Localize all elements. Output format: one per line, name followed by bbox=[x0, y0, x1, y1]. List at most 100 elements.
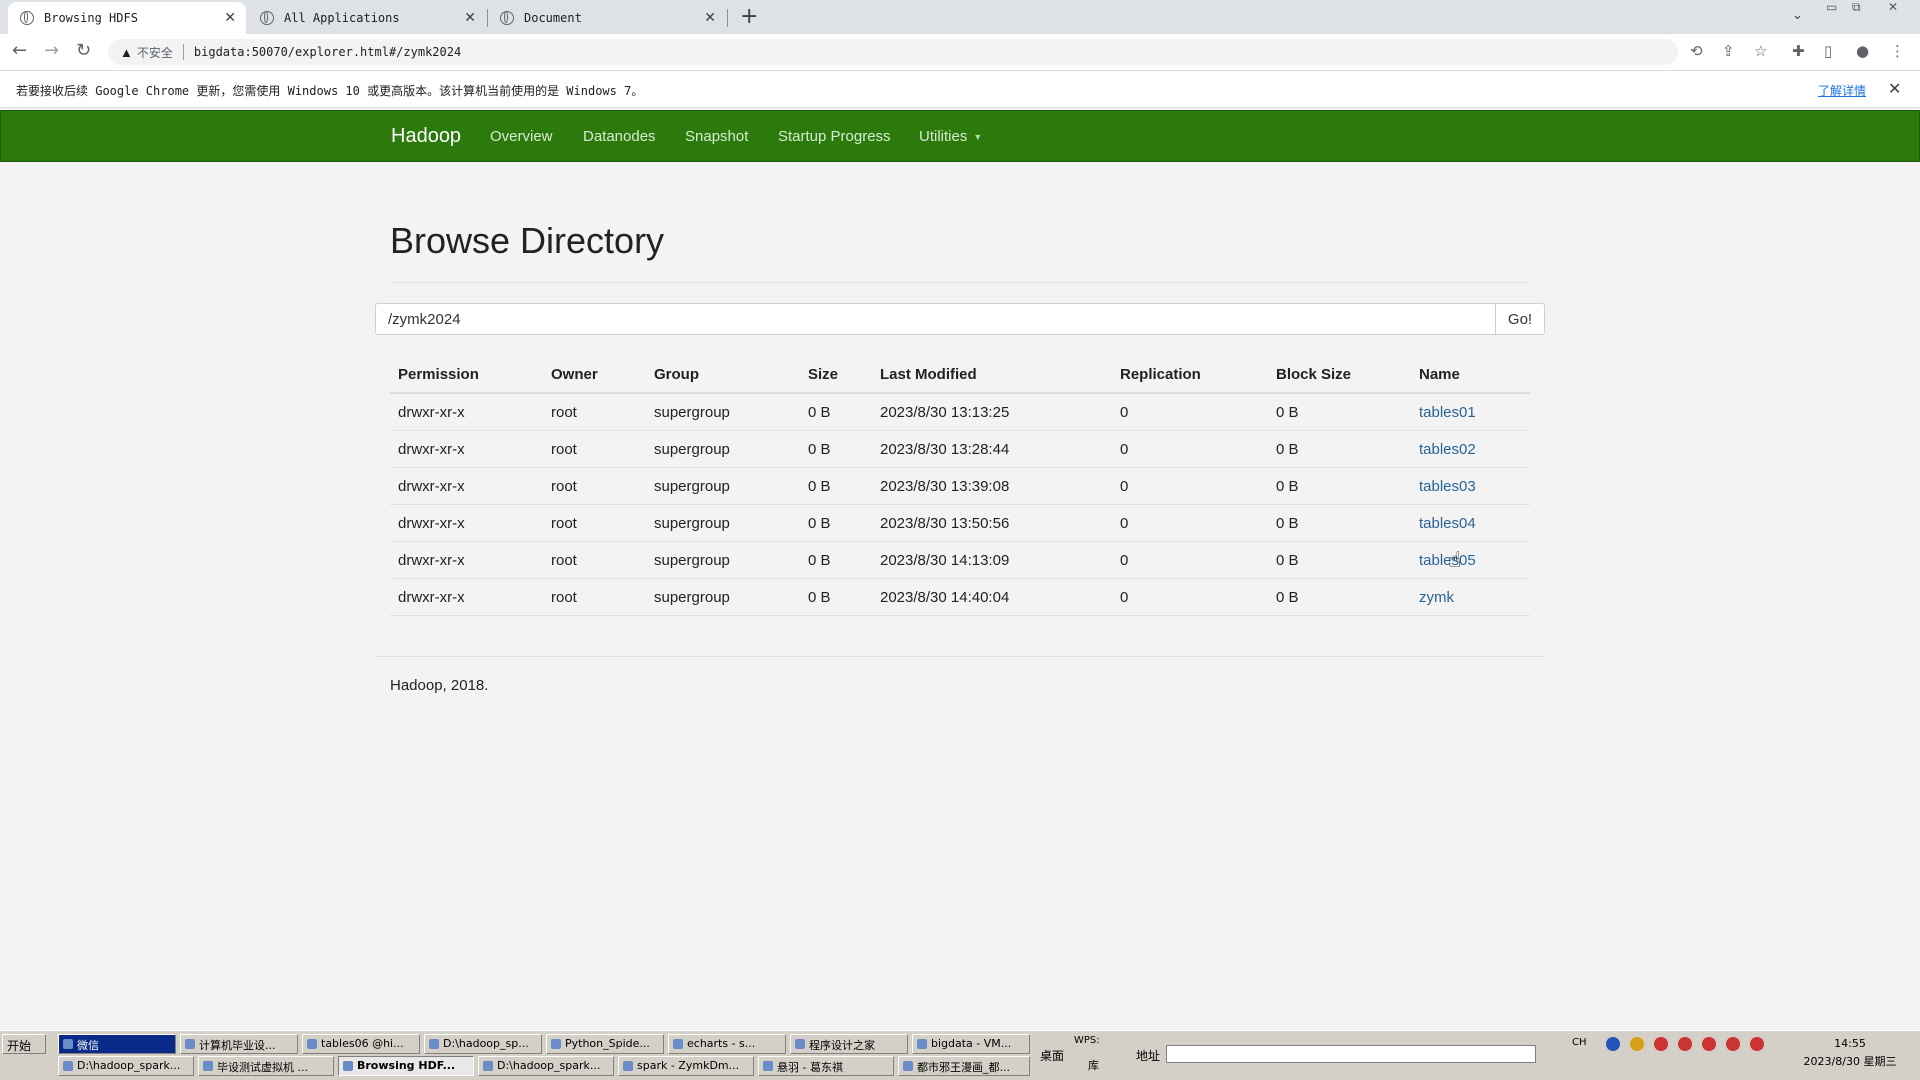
tab-document[interactable]: Document ✕ bbox=[488, 2, 726, 34]
desktop-toolbar-label[interactable]: 桌面 bbox=[1040, 1047, 1064, 1064]
taskbar-item[interactable]: 微信 bbox=[58, 1034, 176, 1054]
nav-snapshot[interactable]: Snapshot bbox=[685, 128, 748, 145]
minimize-icon[interactable]: ▭ bbox=[1826, 0, 1837, 14]
group-cell: supergroup bbox=[646, 393, 800, 431]
column-header[interactable]: Permission bbox=[390, 356, 543, 394]
start-button[interactable]: 开始 bbox=[2, 1034, 46, 1054]
nav-startup-progress[interactable]: Startup Progress bbox=[778, 128, 891, 145]
profile-icon[interactable]: ● bbox=[1856, 42, 1869, 60]
taskbar-item[interactable]: echarts - s... bbox=[668, 1034, 786, 1054]
address-bar[interactable]: ▲ 不安全 bigdata:50070/explorer.html#/zymk2… bbox=[108, 39, 1678, 65]
file-link[interactable]: tables02 bbox=[1419, 441, 1476, 458]
name-cell: tables05 bbox=[1411, 541, 1530, 579]
caret-down-icon: ▼ bbox=[973, 132, 983, 143]
replication-cell: 0 bbox=[1112, 504, 1268, 542]
column-header[interactable]: Replication bbox=[1112, 356, 1268, 394]
nav-utilities[interactable]: Utilities ▼ bbox=[919, 128, 982, 145]
go-button[interactable]: Go! bbox=[1495, 303, 1545, 335]
tab-label: Browsing HDFS bbox=[44, 11, 138, 25]
qq-icon[interactable] bbox=[1678, 1037, 1692, 1051]
file-link[interactable]: zymk bbox=[1419, 589, 1454, 606]
tab-all-applications[interactable]: All Applications ✕ bbox=[248, 2, 486, 34]
browser-toolbar: ← → ↻ ▲ 不安全 bigdata:50070/explorer.html#… bbox=[0, 34, 1920, 70]
close-icon[interactable]: ✕ bbox=[1888, 79, 1901, 98]
divider bbox=[390, 282, 1530, 283]
column-header[interactable]: Group bbox=[646, 356, 800, 394]
tab-separator bbox=[727, 9, 728, 27]
forward-icon[interactable]: → bbox=[44, 40, 59, 61]
file-link[interactable]: tables03 bbox=[1419, 478, 1476, 495]
table-row: drwxr-xr-x root supergroup 0 B 2023/8/30… bbox=[390, 467, 1530, 505]
taskbar-item[interactable]: 都市邪王漫画_都... bbox=[898, 1056, 1030, 1076]
group-cell: supergroup bbox=[646, 430, 800, 468]
owner-cell: root bbox=[543, 504, 646, 542]
column-header[interactable]: Last Modified bbox=[872, 356, 1112, 394]
column-header[interactable]: Name bbox=[1411, 356, 1530, 394]
owner-cell: root bbox=[543, 578, 646, 616]
navbar-brand[interactable]: Hadoop bbox=[391, 125, 461, 148]
reload-icon[interactable]: ↻ bbox=[76, 40, 91, 61]
name-cell: tables02 bbox=[1411, 430, 1530, 468]
address-toolbar-label: 地址 bbox=[1136, 1049, 1161, 1063]
library-label[interactable]: 库 bbox=[1088, 1057, 1099, 1073]
warning-icon[interactable]: ▲ bbox=[120, 45, 133, 60]
taskbar-item[interactable]: 程序设计之家 bbox=[790, 1034, 908, 1054]
file-link[interactable]: tables04 bbox=[1419, 515, 1476, 532]
taskbar-item[interactable]: 计算机毕业设... bbox=[180, 1034, 298, 1054]
shield-icon[interactable] bbox=[1606, 1037, 1620, 1051]
nav-overview[interactable]: Overview bbox=[490, 128, 553, 145]
taskbar-item[interactable]: tables06 @hi... bbox=[302, 1034, 420, 1054]
url-text[interactable]: bigdata:50070/explorer.html#/zymk2024 bbox=[194, 45, 461, 59]
menu-icon[interactable]: ⋮ bbox=[1890, 42, 1905, 60]
tab-search-icon[interactable]: ⌄ bbox=[1792, 8, 1803, 23]
hand-cursor-icon: ☝ bbox=[1448, 548, 1462, 573]
directory-path-input[interactable] bbox=[375, 303, 1497, 335]
nav-datanodes[interactable]: Datanodes bbox=[583, 128, 656, 145]
group-cell: supergroup bbox=[646, 504, 800, 542]
wps-label[interactable]: WPS: bbox=[1074, 1035, 1100, 1046]
restore-icon[interactable]: ⧉ bbox=[1852, 0, 1861, 15]
column-header[interactable]: Owner bbox=[543, 356, 646, 394]
new-tab-button[interactable]: + bbox=[740, 4, 758, 29]
qq-icon[interactable] bbox=[1654, 1037, 1668, 1051]
share-icon[interactable]: ⇪ bbox=[1722, 42, 1735, 60]
learn-more-link[interactable]: 了解详情 bbox=[1818, 82, 1866, 99]
side-panel-icon[interactable]: ▯ bbox=[1824, 42, 1832, 60]
replication-cell: 0 bbox=[1112, 393, 1268, 431]
taskbar-item[interactable]: D:\hadoop_sp... bbox=[424, 1034, 542, 1054]
tab-browsing-hdfs[interactable]: Browsing HDFS ✕ bbox=[8, 2, 246, 34]
taskbar-item[interactable]: D:\hadoop_spark... bbox=[478, 1056, 614, 1076]
taskbar-item[interactable]: D:\hadoop_spark... bbox=[58, 1056, 194, 1076]
globe-icon bbox=[500, 11, 514, 25]
windows-taskbar: 开始 微信 计算机毕业设... tables06 @hi... D:\hadoo… bbox=[0, 1030, 1920, 1080]
permission-cell: drwxr-xr-x bbox=[390, 467, 543, 505]
taskbar-item-active[interactable]: Browsing HDF... bbox=[338, 1056, 474, 1076]
taskbar-item[interactable]: Python_Spide... bbox=[546, 1034, 664, 1054]
taskbar-item[interactable]: 悬羽 - 葛东祺 bbox=[758, 1056, 894, 1076]
address-toolbar-input[interactable] bbox=[1166, 1045, 1536, 1063]
taskbar-item[interactable]: spark - ZymkDm... bbox=[618, 1056, 754, 1076]
column-header[interactable]: Size bbox=[800, 356, 872, 394]
extensions-icon[interactable]: ✚ bbox=[1792, 42, 1805, 60]
qq-icon[interactable] bbox=[1750, 1037, 1764, 1051]
owner-cell: root bbox=[543, 467, 646, 505]
bookmark-star-icon[interactable]: ☆ bbox=[1754, 42, 1767, 60]
back-icon[interactable]: ← bbox=[12, 40, 27, 61]
qq-icon[interactable] bbox=[1726, 1037, 1740, 1051]
taskbar-item[interactable]: 毕设测试虚拟机 ... bbox=[198, 1056, 334, 1076]
system-clock[interactable]: 14:55 2023/8/30 星期三 bbox=[1800, 1035, 1900, 1071]
window-close-icon[interactable]: ✕ bbox=[1888, 0, 1898, 14]
insecure-label: 不安全 bbox=[136, 45, 173, 60]
qq-icon[interactable] bbox=[1702, 1037, 1716, 1051]
language-indicator[interactable]: CH bbox=[1572, 1037, 1587, 1048]
close-icon[interactable]: ✕ bbox=[224, 10, 236, 26]
taskbar-item[interactable]: bigdata - VM... bbox=[912, 1034, 1030, 1054]
tray-app-icon[interactable] bbox=[1630, 1037, 1644, 1051]
translate-icon[interactable]: ⟲ bbox=[1690, 42, 1703, 60]
column-header[interactable]: Block Size bbox=[1268, 356, 1411, 394]
close-icon[interactable]: ✕ bbox=[704, 10, 716, 26]
block-size-cell: 0 B bbox=[1268, 504, 1411, 542]
file-link[interactable]: tables01 bbox=[1419, 404, 1476, 421]
divider bbox=[375, 656, 1545, 657]
close-icon[interactable]: ✕ bbox=[464, 10, 476, 26]
